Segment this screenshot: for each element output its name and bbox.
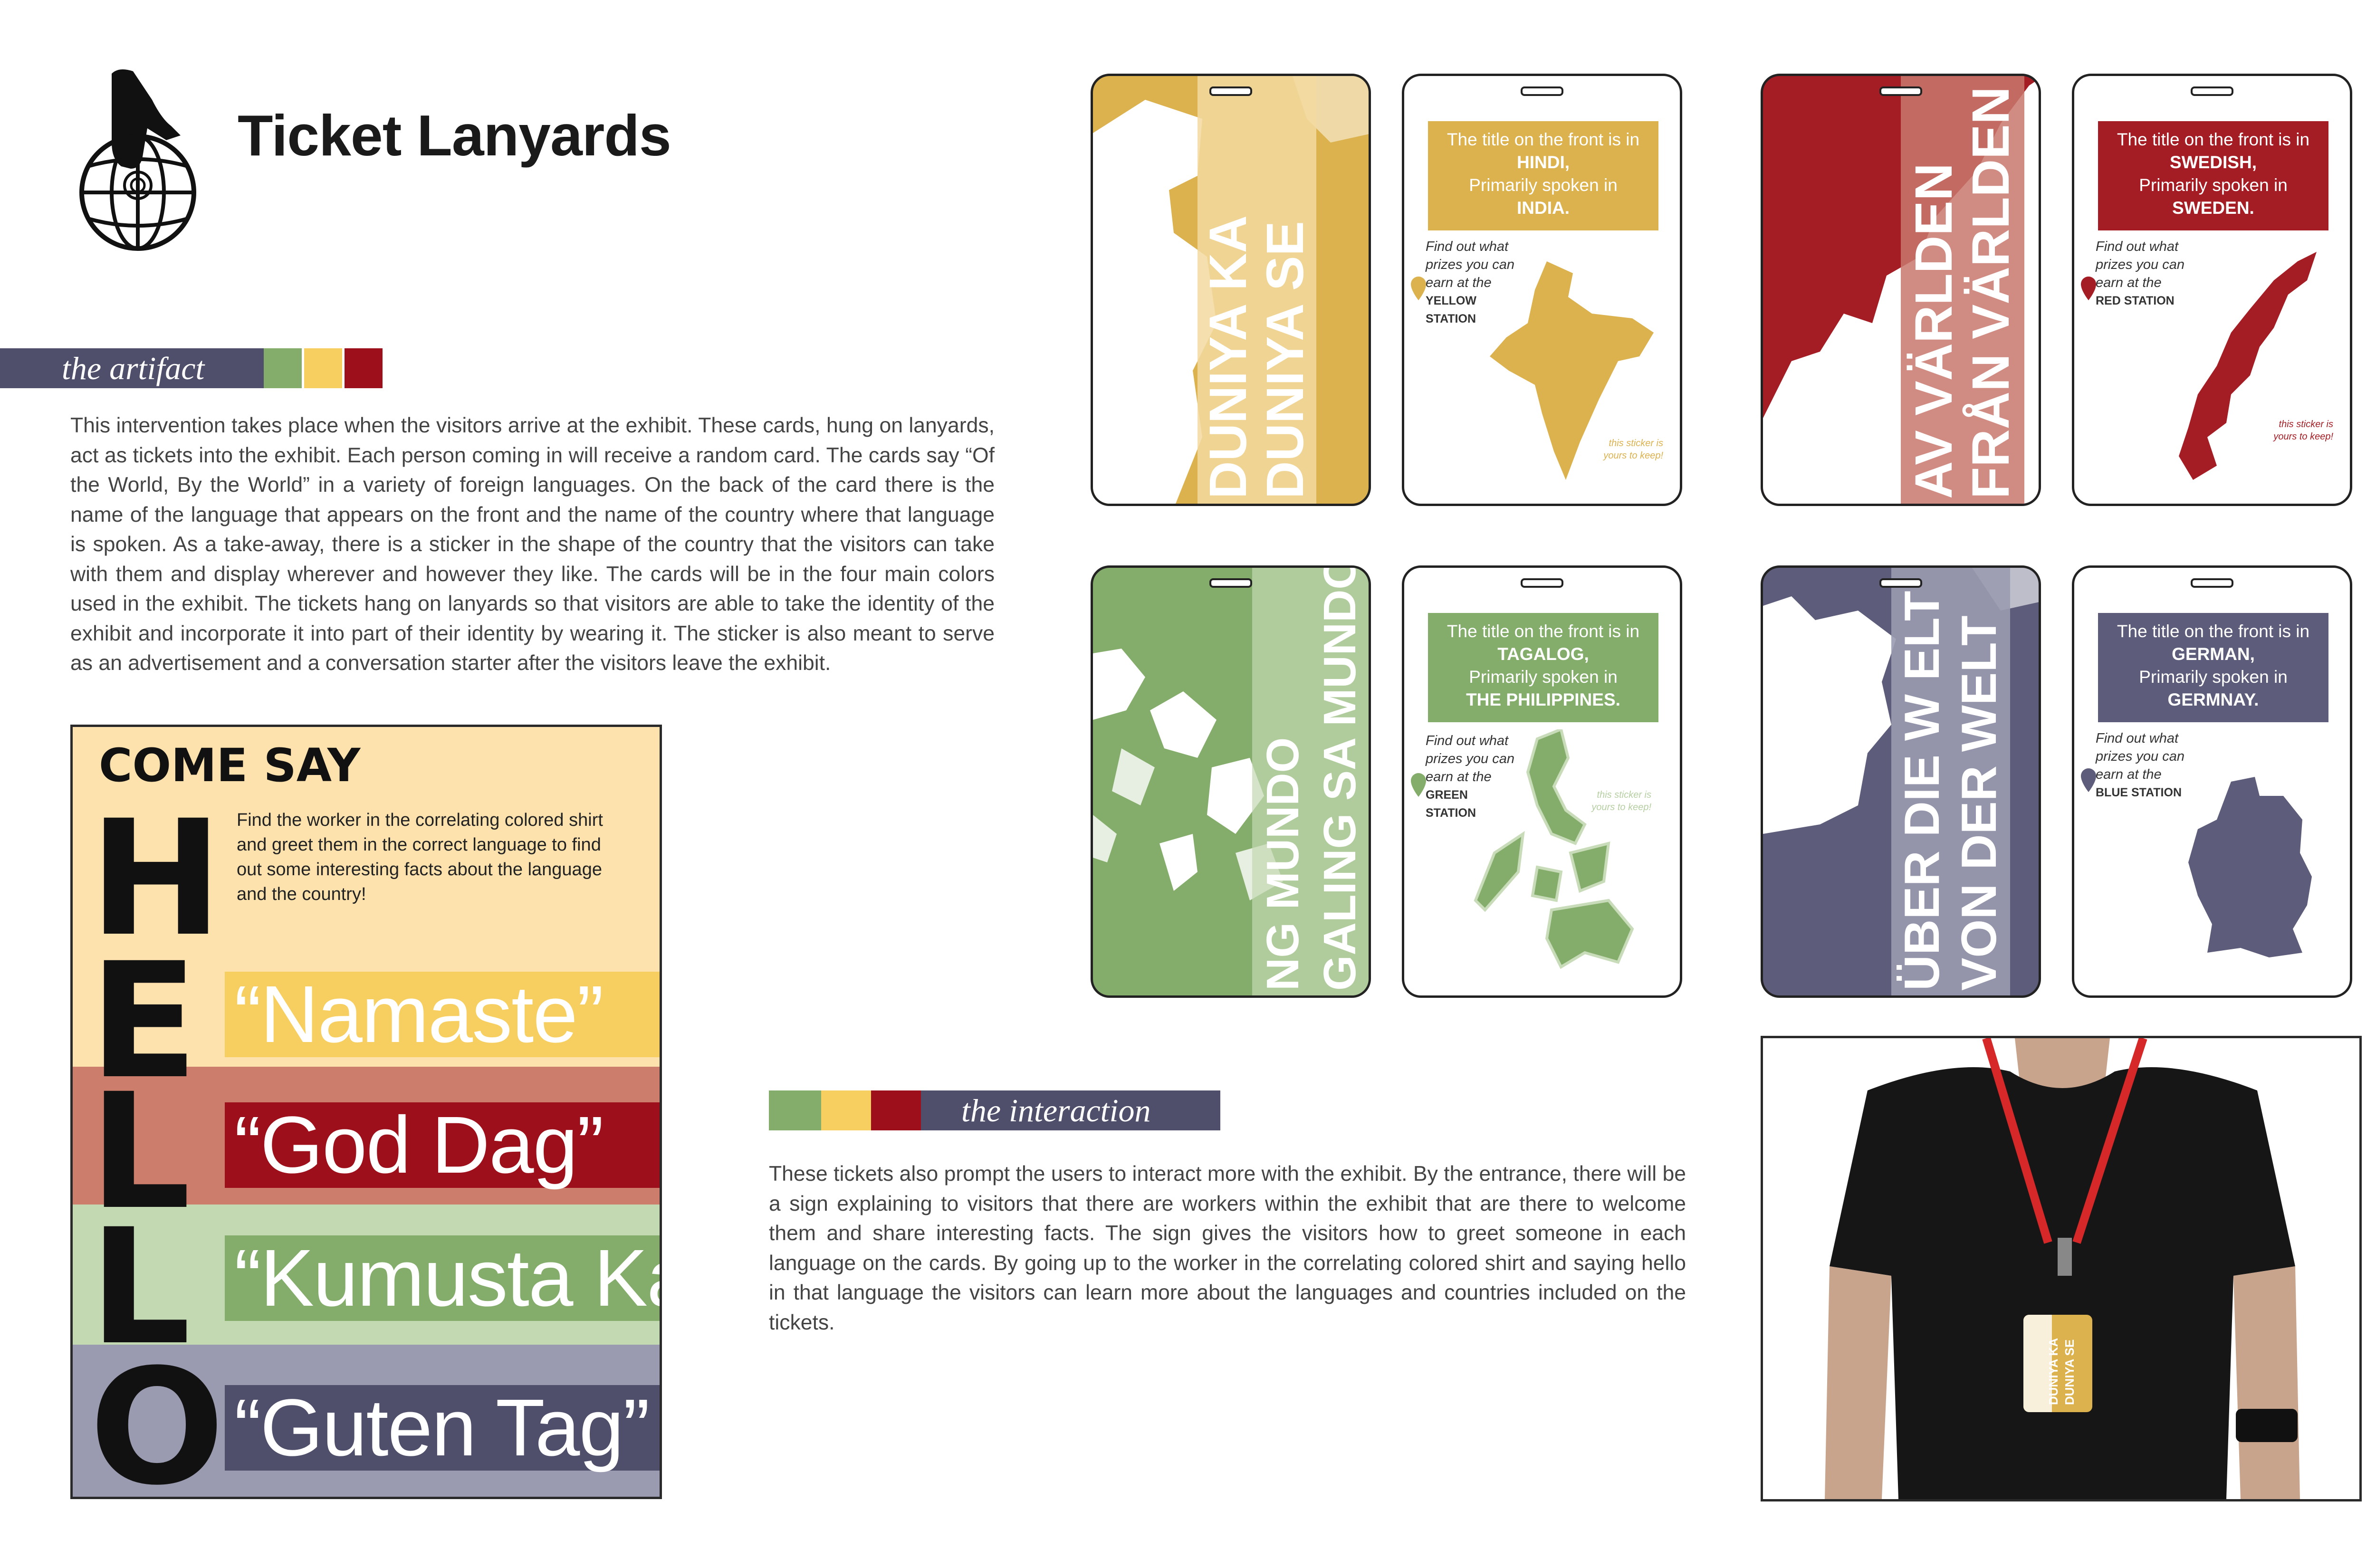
- card-front-swedish: AV VÄRLDEN FRÅN VÄRLDEN: [1761, 74, 2041, 506]
- spoken-in: Primarily spoken in: [2139, 667, 2288, 687]
- greeting-namaste: “Namaste”: [234, 969, 604, 1060]
- country-name: INDIA.: [1517, 198, 1570, 218]
- poster-heading: COME SAY: [99, 739, 361, 792]
- card-back-german: The title on the front is in GERMAN, Pri…: [2072, 565, 2352, 998]
- interaction-band: the interaction: [769, 1090, 1220, 1130]
- interaction-body: These tickets also prompt the users to i…: [769, 1162, 1686, 1334]
- lanyard-slot: [1521, 578, 1563, 588]
- sweden-map-sticker: [2179, 252, 2317, 480]
- language-info-box: The title on the front is in GERMAN, Pri…: [2098, 613, 2328, 722]
- back-intro: The title on the front is in: [1447, 621, 1640, 641]
- lanyard-slot: [2191, 578, 2233, 588]
- card-title-line1: DUNIYA KA: [1199, 215, 1257, 499]
- back-intro: The title on the front is in: [2117, 621, 2310, 641]
- back-intro: The title on the front is in: [2117, 130, 2310, 149]
- card-back-tagalog: The title on the front is in TAGALOG, Pr…: [1402, 565, 1682, 998]
- card-title-line1: NG MUNDO: [1257, 737, 1308, 991]
- lanyard-slot: [1209, 578, 1252, 588]
- swatch-yellow: [821, 1090, 871, 1130]
- country-name: GERMNAY.: [2167, 690, 2259, 709]
- find-out-text: Find out what prizes you can earn at the…: [2096, 238, 2191, 310]
- lanyard-slot: [1521, 86, 1563, 96]
- lanyard-photo: DUNIYA KA DUNIYA SE: [1761, 1036, 2362, 1501]
- philippines-map-sticker: [1474, 729, 1634, 969]
- location-pin-icon: [1411, 277, 1426, 300]
- poster-instruction: Find the worker in the correlating color…: [237, 810, 603, 904]
- card-title-line2: GALING SA MUNDO: [1314, 565, 1365, 991]
- language-info-box: The title on the front is in TAGALOG, Pr…: [1428, 613, 1658, 722]
- greeting-god-dag: “God Dag”: [234, 1100, 604, 1190]
- card-back-hindi: The title on the front is in HINDI, Prim…: [1402, 74, 1682, 506]
- lanyard-slot: [2191, 86, 2233, 96]
- find-out-label: Find out what prizes you can earn at the: [2096, 731, 2184, 782]
- card-title-line1: AV VÄRLDEN: [1905, 163, 1963, 499]
- lanyard-slot: [1879, 86, 1922, 96]
- swatch-green: [264, 348, 302, 388]
- swatch-red: [345, 348, 383, 388]
- country-name: SWEDEN.: [2172, 198, 2254, 218]
- location-pin-icon: [1411, 773, 1426, 797]
- location-pin-icon: [2081, 277, 2096, 300]
- artifact-body: This intervention takes place when the v…: [70, 414, 995, 675]
- card-front-hindi: DUNIYA KA DUNIYA SE: [1091, 74, 1371, 506]
- interaction-label: the interaction: [921, 1090, 1220, 1130]
- spoken-in: Primarily spoken in: [2139, 175, 2288, 195]
- badge-on-lanyard: DUNIYA KA DUNIYA SE: [2023, 1315, 2092, 1412]
- card-back-swedish: The title on the front is in SWEDISH, Pr…: [2072, 74, 2352, 506]
- lanyard-slot: [1209, 86, 1252, 96]
- find-out-text: Find out what prizes you can earn at the…: [2096, 729, 2191, 802]
- spoken-in: Primarily spoken in: [1469, 667, 1618, 687]
- person-wearing-lanyard-illustration: [1763, 1038, 2359, 1499]
- germany-map-sticker: [2188, 777, 2312, 957]
- swatch-yellow: [304, 348, 342, 388]
- hello-poster: COME SAY Find the worker in the correlat…: [70, 725, 662, 1499]
- page-title: Ticket Lanyards: [238, 103, 671, 168]
- hand-pointing-globe-icon: [79, 69, 196, 251]
- language-info-box: The title on the front is in HINDI, Prim…: [1428, 121, 1658, 230]
- language-name: HINDI,: [1517, 153, 1570, 172]
- greeting-guten-tag: “Guten Tag”: [234, 1383, 650, 1473]
- language-name: TAGALOG,: [1497, 644, 1589, 664]
- card-title-line2: VON DER WELT: [1952, 615, 2007, 991]
- card-title-line2: DUNIYA SE: [1256, 221, 1314, 499]
- sticker-note: this sticker is yours to keep!: [2273, 419, 2333, 442]
- badge-title-line2: DUNIYA SE: [2062, 1339, 2077, 1405]
- location-pin-icon: [2081, 768, 2096, 792]
- station-label: RED STATION: [2096, 294, 2175, 307]
- card-title-line1: ÜBER DIE W ELT: [1895, 591, 1950, 991]
- find-out-label: Find out what prizes you can earn at the: [2096, 239, 2184, 290]
- swatch-green: [769, 1090, 821, 1130]
- card-title-line2: FRÅN VÄRLDEN: [1962, 86, 2020, 499]
- language-name: SWEDISH,: [2170, 153, 2257, 172]
- artifact-band: the artifact: [0, 348, 383, 388]
- spoken-in: Primarily spoken in: [1469, 175, 1618, 195]
- language-info-box: The title on the front is in SWEDISH, Pr…: [2098, 121, 2328, 230]
- sticker-note: this sticker is yours to keep!: [1591, 790, 1651, 813]
- country-name: THE PHILIPPINES.: [1466, 690, 1620, 709]
- lanyard-slot: [1879, 578, 1922, 588]
- badge-title-line1: DUNIYA KA: [2046, 1338, 2060, 1405]
- swatch-red: [871, 1090, 921, 1130]
- back-intro: The title on the front is in: [1447, 130, 1640, 149]
- card-front-tagalog: NG MUNDO GALING SA MUNDO: [1091, 565, 1371, 998]
- sticker-note: this sticker is yours to keep!: [1603, 438, 1663, 461]
- artifact-label: the artifact: [0, 348, 264, 388]
- greeting-kumusta-ka: “Kumusta Ka”: [234, 1233, 660, 1323]
- hello-letter-o: O: [89, 1335, 225, 1499]
- card-front-german: ÜBER DIE W ELT VON DER WELT: [1761, 565, 2041, 998]
- language-name: GERMAN,: [2172, 644, 2255, 664]
- station-label: BLUE STATION: [2096, 786, 2182, 799]
